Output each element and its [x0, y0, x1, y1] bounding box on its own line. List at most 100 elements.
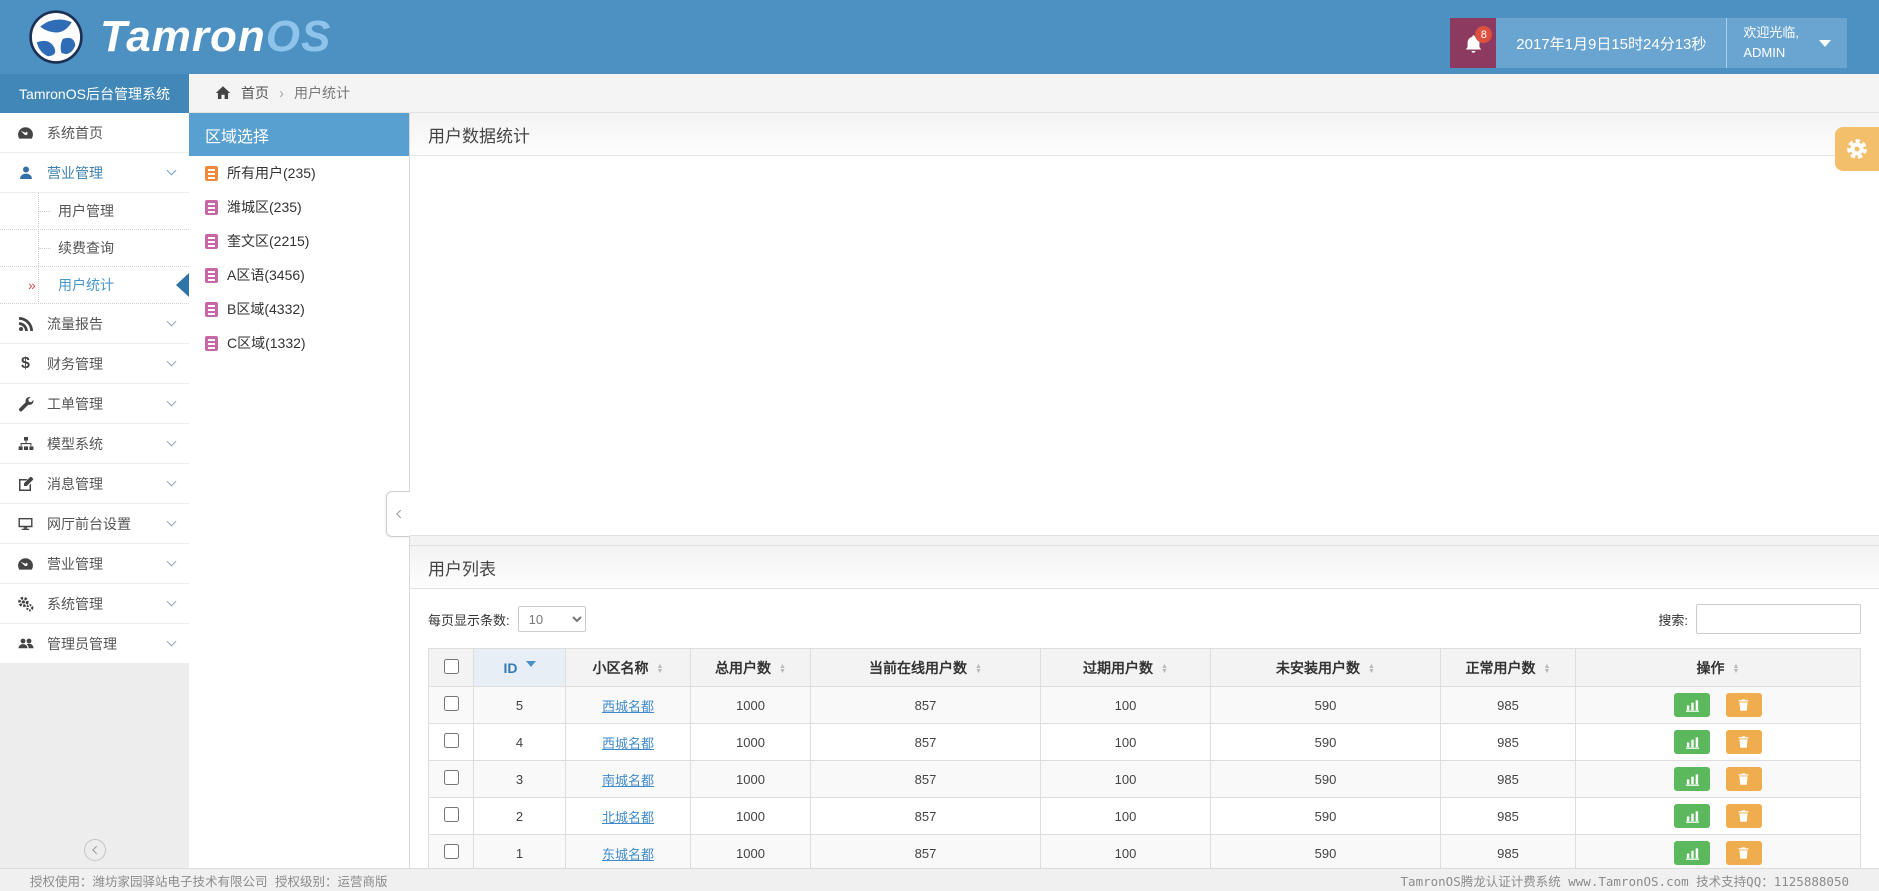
col-header-total[interactable]: 总用户数 ▲ ▼ — [690, 648, 811, 687]
sidebar-item-business-management-2[interactable]: 营业管理 — [0, 544, 189, 584]
bar-chart-icon — [1685, 773, 1699, 786]
cell-normal: 985 — [1440, 686, 1576, 724]
col-header-id[interactable]: ID — [473, 648, 566, 687]
active-marker-icon: » — [28, 277, 36, 293]
chevron-down-icon — [166, 436, 177, 447]
col-header-online[interactable]: 当前在线用户数 ▲ ▼ — [810, 648, 1041, 687]
sidebar-item-system-management[interactable]: 系统管理 — [0, 584, 189, 624]
region-item-weicheng[interactable]: 潍城区(235) — [189, 190, 409, 224]
sidebar-item-portal-settings[interactable]: 网厅前台设置 — [0, 504, 189, 544]
active-arrow-icon — [176, 273, 189, 297]
chevron-down-icon — [166, 316, 177, 327]
sidebar-item-user-management[interactable]: 用户管理 — [0, 193, 189, 230]
delete-button[interactable] — [1725, 767, 1762, 791]
chevron-down-icon — [166, 556, 177, 567]
user-icon — [16, 164, 35, 182]
cell-total: 1000 — [690, 686, 811, 724]
region-item-all-users[interactable]: 所有用户(235) — [189, 156, 409, 190]
search-input[interactable] — [1696, 604, 1861, 634]
region-item-kuiwen[interactable]: 奎文区(2215) — [189, 224, 409, 258]
community-name-link[interactable]: 西城名都 — [602, 736, 654, 751]
row-checkbox[interactable] — [443, 807, 459, 822]
page-size-select[interactable]: 10 — [517, 606, 586, 632]
cell-expired: 100 — [1040, 760, 1211, 798]
sidebar-item-label: 工单管理 — [47, 395, 103, 412]
user-list-panel: 用户列表 每页显示条数: 10 搜索: ID 小区名称 ▲ ▼ 总用户数 ▲ ▼… — [410, 545, 1879, 868]
sidebar-item-label: 网厅前台设置 — [47, 515, 131, 532]
delete-button[interactable] — [1725, 693, 1762, 717]
cell-expired: 100 — [1040, 686, 1211, 724]
sidebar-item-user-statistics[interactable]: » 用户统计 — [0, 267, 189, 304]
sort-icon: ▲ ▼ — [1161, 662, 1168, 675]
sidebar-item-business-management[interactable]: 营业管理 — [0, 153, 189, 193]
view-chart-button[interactable] — [1674, 767, 1711, 791]
delete-button[interactable] — [1725, 804, 1762, 828]
row-checkbox[interactable] — [443, 770, 459, 785]
user-menu[interactable]: 欢迎光临, ADMIN — [1726, 18, 1847, 68]
sort-icon: ▲ ▼ — [1543, 662, 1551, 675]
delete-button[interactable] — [1725, 841, 1762, 865]
community-name-link[interactable]: 西城名都 — [602, 699, 654, 714]
cell-uninstalled: 590 — [1210, 686, 1441, 724]
signal-icon — [16, 315, 35, 333]
chevron-down-icon — [166, 165, 177, 176]
community-name-link[interactable]: 北城名都 — [602, 810, 654, 825]
desktop-icon — [16, 515, 35, 533]
col-header-normal[interactable]: 正常用户数 ▲ ▼ — [1440, 648, 1576, 687]
sidebar-collapse-toggle[interactable] — [83, 839, 106, 861]
user-welcome: 欢迎光临, ADMIN — [1743, 23, 1799, 63]
view-chart-button[interactable] — [1674, 693, 1711, 717]
chevron-down-icon — [166, 356, 177, 367]
col-header-expired[interactable]: 过期用户数 ▲ ▼ — [1040, 648, 1211, 687]
col-header-actions[interactable]: 操作 ▲ ▼ — [1575, 648, 1861, 687]
community-name-link[interactable]: 南城名都 — [602, 773, 654, 788]
community-name-link[interactable]: 东城名都 — [602, 847, 654, 862]
col-header-uninstalled[interactable]: 未安装用户数 ▲ ▼ — [1210, 648, 1441, 687]
row-checkbox[interactable] — [443, 844, 459, 859]
sidebar-item-message-management[interactable]: 消息管理 — [0, 464, 189, 504]
user-stats-panel-title: 用户数据统计 — [410, 113, 1879, 156]
sidebar-item-label: 流量报告 — [47, 315, 103, 332]
select-all-checkbox[interactable] — [443, 658, 459, 674]
region-item-c[interactable]: C区域(1332) — [189, 326, 409, 360]
region-item-a[interactable]: A区语(3456) — [189, 258, 409, 292]
sidebar-item-model-system[interactable]: 模型系统 — [0, 424, 189, 464]
sidebar-item-traffic-report[interactable]: 流量报告 — [0, 304, 189, 344]
cell-total: 1000 — [690, 797, 811, 835]
chevron-down-icon — [166, 516, 177, 527]
footer: 授权使用：潍坊家园驿站电子技术有限公司 授权级别：运营商版 TamronOS腾龙… — [0, 868, 1879, 891]
view-chart-button[interactable] — [1674, 730, 1711, 754]
sidebar-item-label: 系统管理 — [47, 595, 103, 612]
row-checkbox[interactable] — [443, 696, 459, 711]
region-panel: 区域选择 所有用户(235) 潍城区(235) 奎文区(2215) A区语(34… — [189, 113, 410, 868]
chevron-left-icon — [395, 509, 405, 519]
building-icon — [205, 301, 218, 317]
chevron-left-icon — [91, 845, 101, 855]
sidebar-item-system-home[interactable]: 系统首页 — [0, 113, 189, 153]
sidebar-item-work-order[interactable]: 工单管理 — [0, 384, 189, 424]
region-item-label: B区域(4332) — [227, 301, 305, 317]
sidebar-item-renewal-query[interactable]: 续费查询 — [0, 230, 189, 267]
col-header-name[interactable]: 小区名称 ▲ ▼ — [565, 648, 691, 687]
settings-gear-button[interactable] — [1835, 127, 1879, 171]
trash-icon — [1738, 773, 1749, 785]
select-all-header[interactable] — [428, 648, 474, 687]
delete-button[interactable] — [1725, 730, 1762, 754]
breadcrumb-home[interactable]: 首页 — [241, 83, 269, 103]
sidebar-filler — [0, 664, 189, 868]
collapse-region-panel-button[interactable] — [386, 491, 410, 537]
sidebar-item-label: 用户管理 — [58, 203, 114, 219]
notification-bell-button[interactable]: 8 — [1450, 18, 1497, 68]
sidebar-item-admin-management[interactable]: 管理员管理 — [0, 624, 189, 664]
sidebar-item-finance-management[interactable]: $ 财务管理 — [0, 344, 189, 384]
view-chart-button[interactable] — [1674, 804, 1711, 828]
cell-online: 857 — [810, 686, 1041, 724]
region-item-b[interactable]: B区域(4332) — [189, 292, 409, 326]
region-panel-title: 区域选择 — [189, 113, 409, 156]
chevron-down-icon — [166, 476, 177, 487]
view-chart-button[interactable] — [1674, 841, 1711, 865]
row-checkbox[interactable] — [443, 733, 459, 748]
building-icon — [205, 267, 218, 283]
page-size-label: 每页显示条数: — [428, 612, 510, 628]
region-item-label: C区域(1332) — [227, 335, 306, 351]
